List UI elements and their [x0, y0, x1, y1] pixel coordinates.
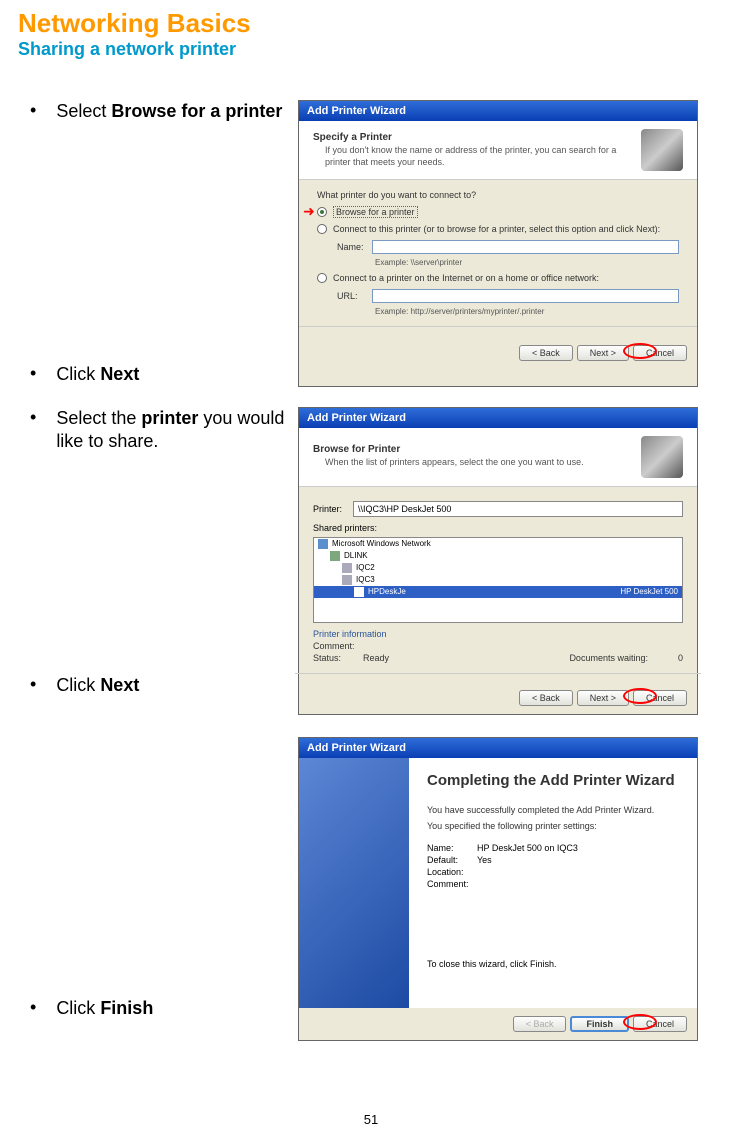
dialog-browse-printer: Add Printer Wizard Browse for Printer Wh… — [298, 407, 698, 715]
url-example: Example: http://server/printers/myprinte… — [375, 307, 679, 316]
name-label: Name: — [337, 242, 372, 252]
printer-icon — [641, 129, 683, 171]
computer-icon — [342, 563, 352, 573]
instruction-finish: • Click Finish — [18, 997, 298, 1020]
dialog-title-bar: Add Printer Wizard — [299, 408, 697, 428]
tree-network[interactable]: Microsoft Windows Network — [314, 538, 682, 550]
dialog-footer: < Back Finish Cancel — [299, 1008, 697, 1040]
summary-name: Name: HP DeskJet 500 on IQC3 — [427, 843, 679, 853]
url-input[interactable] — [372, 289, 679, 303]
red-arrow-icon: ➜ — [303, 203, 315, 220]
bullet-icon: • — [30, 674, 36, 696]
tree-pc2[interactable]: IQC3 — [314, 574, 682, 586]
dialog-title-bar: Add Printer Wizard — [299, 738, 697, 758]
completing-title: Completing the Add Printer Wizard — [427, 772, 679, 790]
dialog-header: Browse for Printer When the list of prin… — [299, 428, 697, 487]
dialog-header: Specify a Printer If you don't know the … — [299, 121, 697, 180]
section-select-printer: • Select the printer you would like to s… — [18, 407, 724, 715]
instruction-select-printer: • Select the printer you would like to s… — [18, 407, 298, 454]
instruction-browse: • Select Browse for a printer — [18, 100, 298, 123]
page-title: Networking Basics — [18, 8, 724, 39]
instruction-text: Select the printer you would like to sha… — [56, 407, 298, 454]
section-browse-printer: • Select Browse for a printer • Click Ne… — [18, 100, 724, 387]
cancel-button[interactable]: Cancel — [633, 690, 687, 706]
bullet-icon: • — [30, 363, 36, 385]
back-button[interactable]: < Back — [519, 345, 573, 361]
dialog-footer: < Back Next > Cancel — [299, 337, 697, 369]
bullet-icon: • — [30, 407, 36, 429]
radio-connect-printer[interactable]: Connect to this printer (or to browse fo… — [317, 224, 679, 234]
summary-comment: Comment: — [427, 879, 679, 889]
summary-default: Default: Yes — [427, 855, 679, 865]
tree-printer-selected[interactable]: HPDeskJe HP DeskJet 500 — [314, 586, 682, 598]
cancel-button[interactable]: Cancel — [633, 1016, 687, 1032]
instruction-next-2: • Click Next — [18, 674, 298, 697]
radio-internet-printer[interactable]: Connect to a printer on the Internet or … — [317, 273, 679, 283]
tree-workgroup[interactable]: DLINK — [314, 550, 682, 562]
bullet-icon: • — [30, 997, 36, 1019]
instruction-text: Click Finish — [56, 997, 153, 1020]
page-number: 51 — [364, 1112, 378, 1127]
name-example: Example: \\server\printer — [375, 258, 679, 267]
network-icon — [318, 539, 328, 549]
printer-name-input[interactable]: \\IQC3\HP DeskJet 500 — [353, 501, 683, 517]
radio-label: Connect to this printer (or to browse fo… — [333, 224, 660, 234]
summary-line2: You specified the following printer sett… — [427, 820, 679, 833]
back-button[interactable]: < Back — [513, 1016, 567, 1032]
tree-pc1[interactable]: IQC2 — [314, 562, 682, 574]
dialog-header-sub: When the list of printers appears, selec… — [325, 457, 584, 469]
page-subtitle: Sharing a network printer — [18, 39, 724, 60]
wizard-banner — [299, 758, 409, 1008]
instruction-text: Select Browse for a printer — [56, 100, 282, 123]
printer-label: Printer: — [313, 504, 353, 514]
finish-button[interactable]: Finish — [570, 1016, 629, 1032]
back-button[interactable]: < Back — [519, 690, 573, 706]
next-button[interactable]: Next > — [577, 690, 629, 706]
instruction-text: Click Next — [56, 674, 139, 697]
printer-info-header: Printer information — [313, 629, 683, 639]
comment-row: Comment: — [313, 641, 683, 651]
name-input[interactable] — [372, 240, 679, 254]
shared-printers-label: Shared printers: — [313, 523, 683, 533]
radio-label: Browse for a printer — [333, 206, 418, 218]
dialog-completing-wizard: Add Printer Wizard Completing the Add Pr… — [298, 737, 698, 1041]
dialog-title-bar: Add Printer Wizard — [299, 101, 697, 121]
printer-small-icon — [354, 587, 364, 597]
group-icon — [330, 551, 340, 561]
url-input-row: URL: — [337, 289, 679, 303]
shared-printers-tree[interactable]: Microsoft Windows Network DLINK IQC2 IQC… — [313, 537, 683, 623]
status-row: Status: Ready Documents waiting: 0 — [313, 653, 683, 663]
printer-name-row: Printer: \\IQC3\HP DeskJet 500 — [313, 501, 683, 517]
instruction-next-1: • Click Next — [18, 363, 298, 386]
radio-label: Connect to a printer on the Internet or … — [333, 273, 599, 283]
url-label: URL: — [337, 291, 372, 301]
close-instruction: To close this wizard, click Finish. — [427, 959, 679, 969]
dialog-header-title: Specify a Printer — [313, 132, 631, 143]
dialog-header-sub: If you don't know the name or address of… — [325, 145, 631, 168]
summary-location: Location: — [427, 867, 679, 877]
section-completing-wizard: • Click Finish Add Printer Wizard Comple… — [18, 737, 724, 1041]
radio-browse-printer[interactable]: ➜ Browse for a printer — [317, 206, 679, 218]
next-button[interactable]: Next > — [577, 345, 629, 361]
computer-icon — [342, 575, 352, 585]
dialog-header-title: Browse for Printer — [313, 444, 584, 455]
dialog-specify-printer: Add Printer Wizard Specify a Printer If … — [298, 100, 698, 387]
name-input-row: Name: — [337, 240, 679, 254]
instruction-text: Click Next — [56, 363, 139, 386]
bullet-icon: • — [30, 100, 36, 122]
printer-icon — [641, 436, 683, 478]
summary-line1: You have successfully completed the Add … — [427, 804, 679, 817]
dialog-prompt: What printer do you want to connect to? — [317, 190, 679, 200]
cancel-button[interactable]: Cancel — [633, 345, 687, 361]
dialog-footer: < Back Next > Cancel — [299, 682, 697, 714]
